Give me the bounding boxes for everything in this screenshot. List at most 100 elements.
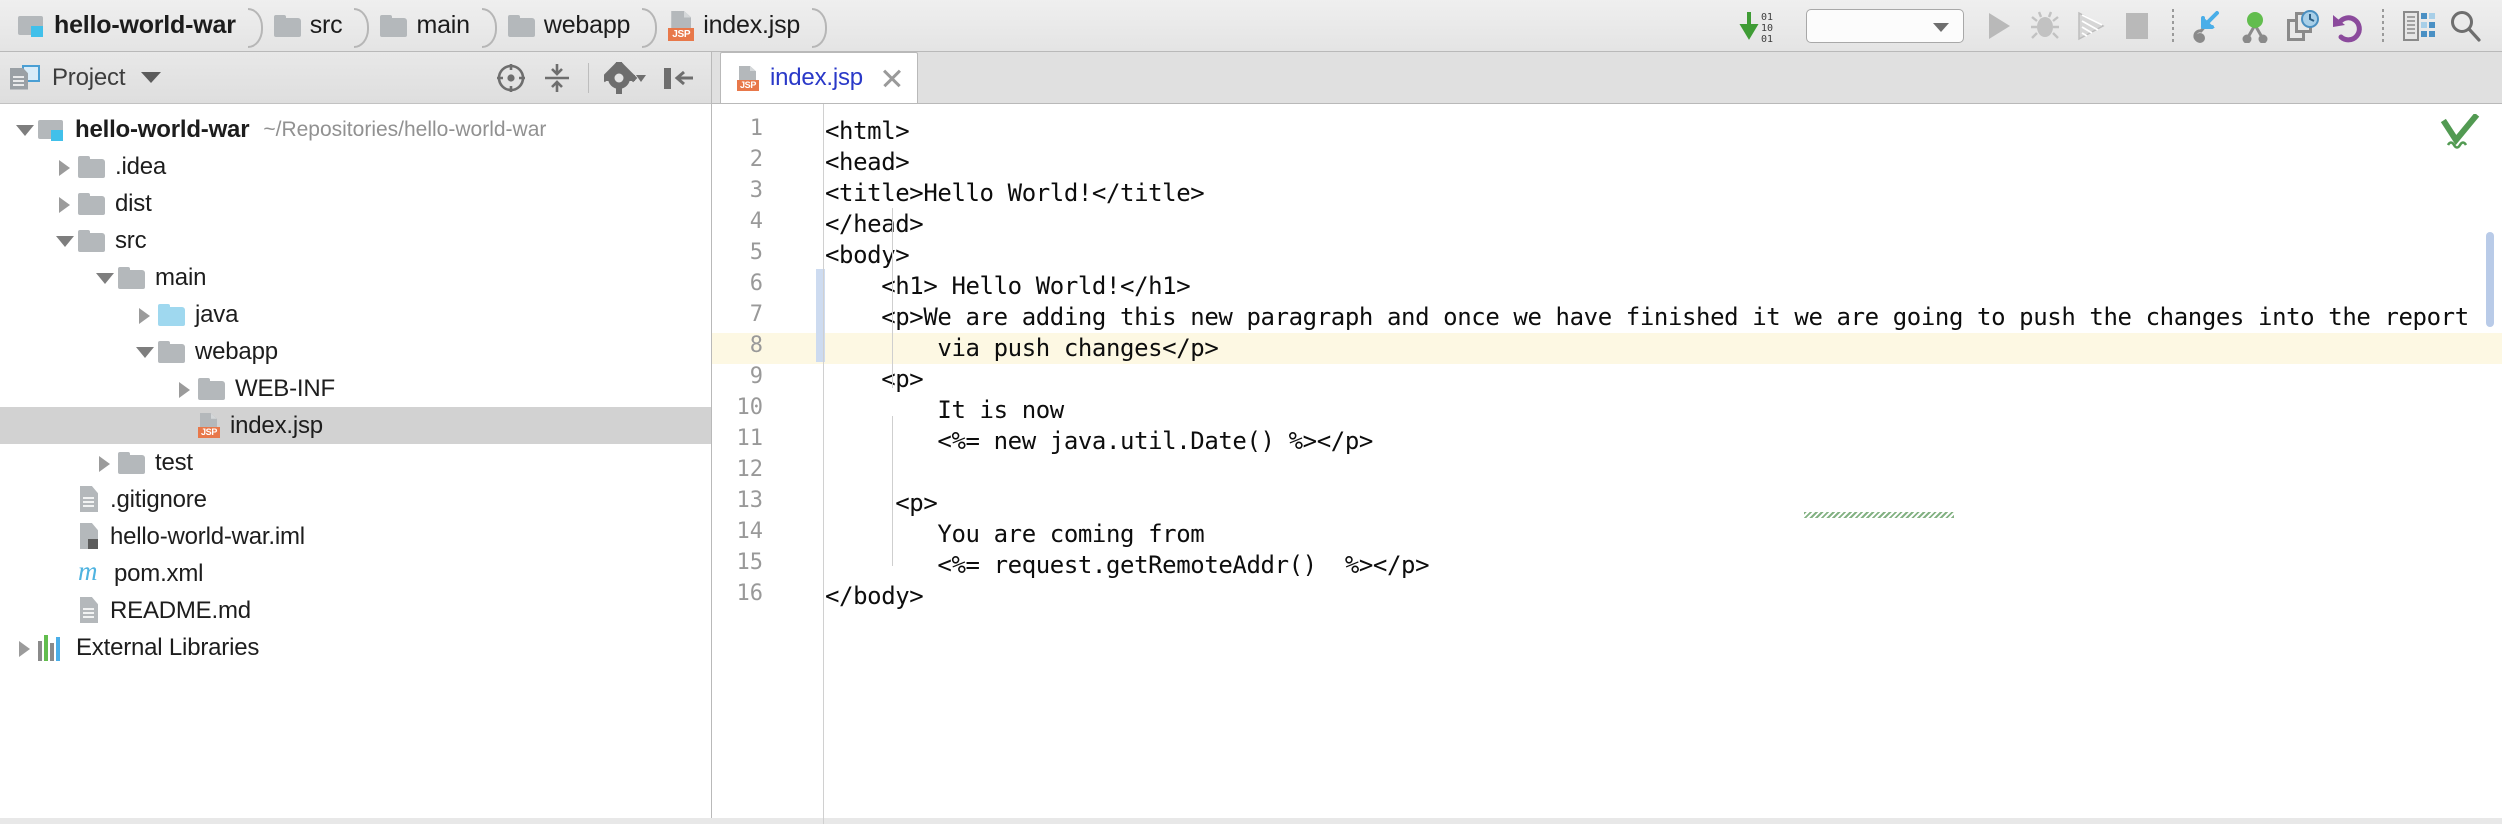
- breadcrumb-separator-icon: [244, 0, 266, 52]
- tree-no-arrow: [172, 407, 198, 444]
- horizontal-overflow-marker[interactable]: [2486, 232, 2494, 327]
- code-line[interactable]: You are coming from: [825, 519, 2502, 549]
- code-line[interactable]: <p>: [825, 488, 2502, 518]
- tree-row-readme-md[interactable]: README.md: [0, 592, 711, 629]
- line-number: 5: [749, 240, 763, 265]
- close-icon[interactable]: [881, 67, 903, 89]
- tree-row-label: WEB-INF: [235, 374, 335, 402]
- vcs-rollback-button[interactable]: [2324, 4, 2370, 48]
- tree-no-arrow: [52, 592, 78, 629]
- tree-row-label: README.md: [110, 596, 251, 624]
- tree-row-index-jsp[interactable]: JSP index.jsp: [0, 407, 711, 444]
- svg-text:10: 10: [1761, 23, 1773, 34]
- run-button[interactable]: [1976, 4, 2022, 48]
- line-number: 13: [736, 488, 764, 513]
- code-line[interactable]: <p>: [825, 364, 2502, 394]
- tree-row-test[interactable]: test: [0, 444, 711, 481]
- tree-toggle-arrow-icon[interactable]: [12, 111, 38, 148]
- tree-toggle-arrow-icon[interactable]: [172, 370, 198, 407]
- iml-file-icon: [78, 523, 100, 550]
- tree-toggle-arrow-icon[interactable]: [12, 629, 38, 666]
- layout-settings-button[interactable]: [2396, 4, 2442, 48]
- breadcrumb: hello-world-war src main webapp JSP inde…: [0, 0, 834, 52]
- tree-row-external-libraries[interactable]: External Libraries: [0, 629, 711, 666]
- settings-button[interactable]: [597, 55, 655, 101]
- tree-row-dist[interactable]: dist: [0, 185, 711, 222]
- tab-label: index.jsp: [770, 64, 863, 91]
- source-folder-icon: [158, 303, 185, 326]
- editor-text[interactable]: <html> <head> <title>Hello World!</title> <…: [825, 104, 2502, 824]
- code-line[interactable]: </head>: [825, 209, 2502, 239]
- inspection-ok-checkmark-icon: [2440, 114, 2480, 149]
- inspection-status-widget[interactable]: [2440, 114, 2480, 154]
- breadcrumb-item-project[interactable]: hello-world-war: [14, 0, 240, 52]
- line-number: 15: [736, 550, 764, 575]
- project-tree[interactable]: hello-world-war ~/Repositories/hello-worl…: [0, 104, 711, 824]
- tree-row-pom-xml[interactable]: pom.xml: [0, 555, 711, 592]
- select-opened-file-button[interactable]: [488, 55, 534, 101]
- code-line[interactable]: It is now: [825, 395, 2502, 425]
- tree-row-hello-world-war[interactable]: hello-world-war ~/Repositories/hello-worl…: [0, 111, 711, 148]
- code-line[interactable]: <h1> Hello World!</h1>: [825, 271, 2502, 301]
- code-line[interactable]: <body>: [825, 240, 2502, 270]
- tree-row-label: java: [195, 300, 239, 328]
- code-line[interactable]: <html>: [825, 116, 2502, 146]
- code-line[interactable]: <p>We are adding this new paragraph and …: [825, 302, 2502, 332]
- tree-row-web-inf[interactable]: WEB-INF: [0, 370, 711, 407]
- editor-gutter[interactable]: 1 2 3 4 5 6 7 8 9 10 11 12 13 14 15 16: [712, 104, 824, 824]
- code-editor[interactable]: 1 2 3 4 5 6 7 8 9 10 11 12 13 14 15 16 <html> <head> <tit…: [712, 104, 2502, 824]
- folder-icon: [118, 451, 145, 474]
- tree-toggle-arrow-icon[interactable]: [52, 148, 78, 185]
- tree-row-java[interactable]: java: [0, 296, 711, 333]
- tree-no-arrow: [52, 481, 78, 518]
- maven-icon: [78, 556, 104, 587]
- code-line[interactable]: <%= new java.util.Date() %></p>: [825, 426, 2502, 456]
- code-line[interactable]: via push changes</p>: [825, 333, 2502, 363]
- breadcrumb-label: src: [309, 11, 343, 39]
- stop-square-icon: [2126, 12, 2148, 39]
- vcs-rollback-undo-icon: [2333, 14, 2362, 42]
- tree-row-webapp[interactable]: webapp: [0, 333, 711, 370]
- toolbar-divider: [2382, 8, 2384, 43]
- tree-row--idea[interactable]: .idea: [0, 148, 711, 185]
- tree-row--gitignore[interactable]: .gitignore: [0, 481, 711, 518]
- tree-toggle-arrow-icon[interactable]: [92, 259, 118, 296]
- vcs-commit-icon: [2242, 11, 2268, 43]
- vcs-history-button[interactable]: [2278, 4, 2324, 48]
- vcs-update-button[interactable]: [2186, 4, 2232, 48]
- tree-toggle-arrow-icon[interactable]: [132, 296, 158, 333]
- stop-button[interactable]: [2114, 4, 2160, 48]
- line-number: 1: [749, 116, 763, 141]
- tree-toggle-arrow-icon[interactable]: [52, 185, 78, 222]
- vcs-commit-button[interactable]: [2232, 4, 2278, 48]
- tree-row-hello-world-war-iml[interactable]: hello-world-war.iml: [0, 518, 711, 555]
- hide-panel-button[interactable]: [655, 55, 701, 101]
- code-line[interactable]: <head>: [825, 147, 2502, 177]
- breadcrumb-item-main[interactable]: main: [376, 0, 473, 52]
- collapse-all-button[interactable]: [534, 55, 580, 101]
- search-everywhere-button[interactable]: [2442, 4, 2488, 48]
- tree-toggle-arrow-icon[interactable]: [132, 333, 158, 370]
- line-number: 8: [749, 333, 763, 358]
- run-with-coverage-button[interactable]: [2068, 4, 2114, 48]
- tree-row-label: External Libraries: [76, 633, 260, 661]
- run-configuration-select[interactable]: [1806, 8, 1964, 43]
- search-icon: [2451, 10, 2481, 42]
- code-line[interactable]: <%= request.getRemoteAddr() %></p>: [825, 550, 2502, 580]
- tree-row-main[interactable]: main: [0, 259, 711, 296]
- chevron-down-icon: [1933, 22, 1949, 32]
- tree-no-arrow: [52, 518, 78, 555]
- chevron-down-icon[interactable]: [141, 72, 162, 83]
- breadcrumb-item-file[interactable]: JSP index.jsp: [664, 0, 804, 52]
- update-project-button[interactable]: 01 10 01: [1736, 4, 1800, 48]
- tree-row-src[interactable]: src: [0, 222, 711, 259]
- tree-toggle-arrow-icon[interactable]: [52, 222, 78, 259]
- code-line[interactable]: </body>: [825, 581, 2502, 611]
- breadcrumb-item-src[interactable]: src: [270, 0, 347, 52]
- debug-button[interactable]: [2022, 4, 2068, 48]
- tab-index-jsp[interactable]: JSP index.jsp: [720, 52, 918, 103]
- breadcrumb-item-webapp[interactable]: webapp: [504, 0, 634, 52]
- code-line[interactable]: [825, 457, 2502, 487]
- code-line[interactable]: <title>Hello World!</title>: [825, 178, 2502, 208]
- tree-toggle-arrow-icon[interactable]: [92, 444, 118, 481]
